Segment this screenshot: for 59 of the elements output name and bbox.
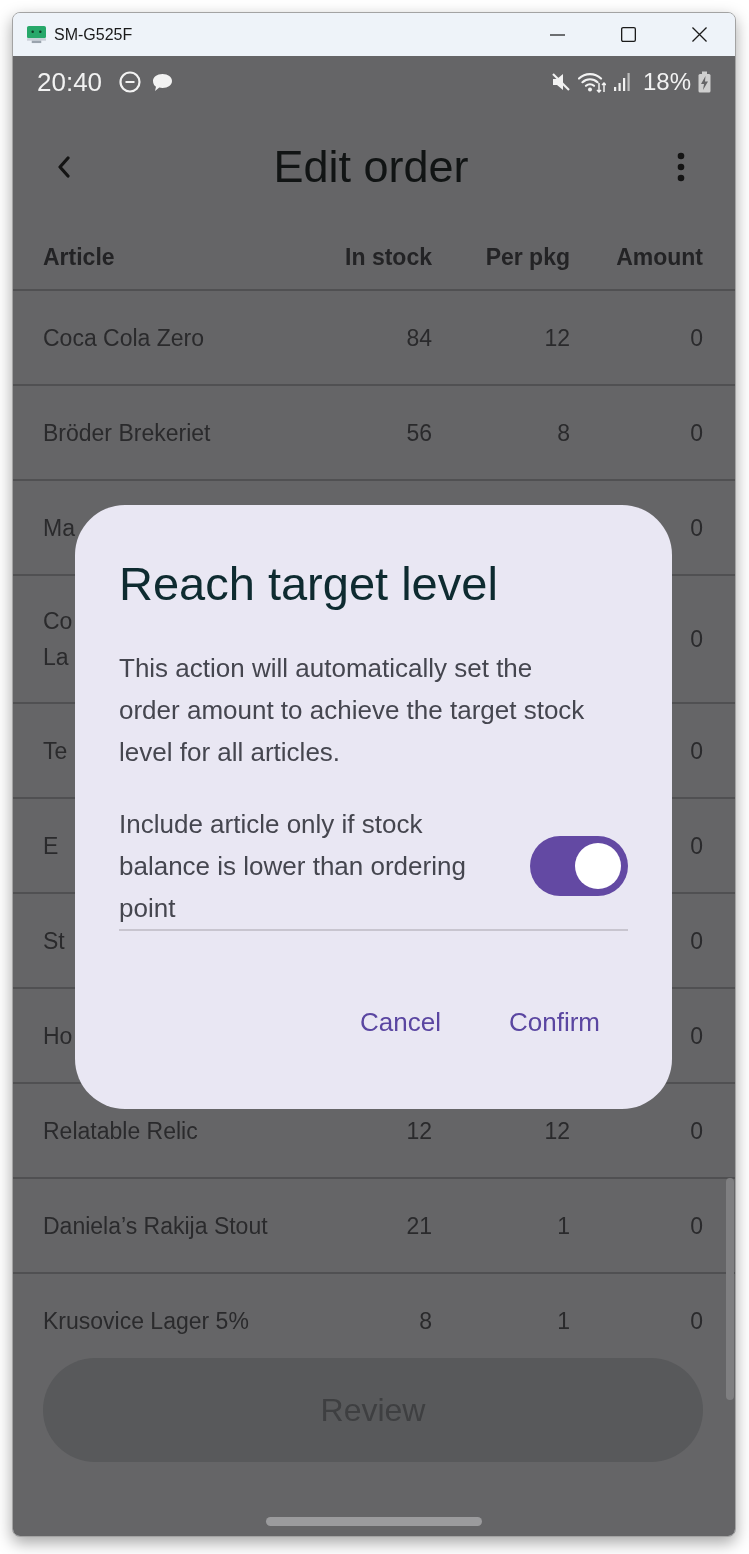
dialog-message: This action will automatically set the order amount to achieve the target stock level for all articles. — [119, 652, 586, 769]
muted-speaker-icon — [550, 72, 571, 92]
toggle-switch[interactable] — [530, 836, 628, 896]
cancel-button[interactable]: Cancel — [332, 994, 469, 1050]
order-amount: 0 — [690, 626, 703, 652]
stock-count: 84 — [406, 324, 432, 351]
stock-count: 21 — [406, 1212, 432, 1239]
column-header: Amount — [616, 243, 703, 270]
signal-icon — [612, 72, 631, 92]
page-title: Edit order — [273, 140, 469, 193]
dialog-title: Reach target level — [119, 557, 499, 611]
order-amount: 0 — [690, 419, 703, 446]
back-chevron-icon — [57, 155, 71, 178]
wifi-icon — [577, 71, 606, 93]
close-icon — [692, 27, 707, 42]
order-amount: 0 — [690, 1212, 703, 1239]
more-options-icon — [677, 151, 685, 182]
article-name: Bröder Brekeriet — [43, 419, 211, 446]
article-name: Co La — [43, 608, 73, 670]
article-name: E — [43, 832, 59, 859]
package-size: 1 — [557, 1212, 570, 1239]
column-header: Per pkg — [485, 243, 570, 270]
package-size: 12 — [544, 1117, 570, 1144]
column-header: In stock — [345, 243, 432, 270]
package-size: 12 — [544, 324, 570, 351]
column-header: Article — [43, 243, 115, 270]
article-name: St — [43, 927, 65, 954]
toggle-label: Include article only if stock balance is lower than ordering point — [119, 808, 467, 925]
maximize-icon — [621, 27, 636, 42]
order-amount: 0 — [690, 1022, 703, 1049]
article-name: Relatable Relic — [43, 1117, 198, 1144]
article-name: Te — [43, 737, 68, 764]
article-name: Krusovice Lager 5% — [43, 1307, 249, 1334]
stock-count: 56 — [406, 419, 432, 446]
scroll-bar[interactable] — [726, 1178, 734, 1400]
article-name: Daniela’s Rakija Stout — [43, 1212, 268, 1239]
order-amount: 0 — [690, 1307, 703, 1334]
article-name: Ma — [43, 514, 75, 541]
order-amount: 0 — [690, 324, 703, 351]
robot-monitor-icon — [26, 25, 47, 44]
stock-count: 12 — [406, 1117, 432, 1144]
battery-charging-icon — [698, 71, 711, 93]
order-amount: 0 — [690, 737, 703, 764]
article-name: Coca Cola Zero — [43, 324, 205, 351]
battery-percent: 18% — [642, 68, 691, 96]
confirm-button[interactable]: Confirm — [481, 994, 628, 1050]
status-time: 20:40 — [37, 66, 103, 98]
article-name: Ho — [43, 1022, 73, 1049]
package-size: 8 — [557, 419, 570, 446]
window-title: SM-G525F — [54, 25, 133, 44]
stock-count: 8 — [419, 1307, 432, 1334]
package-size: 1 — [557, 1307, 570, 1334]
minus-circle-icon — [119, 71, 142, 93]
order-amount: 0 — [690, 1117, 703, 1144]
chat-bubble-icon — [152, 72, 175, 92]
order-amount: 0 — [690, 514, 703, 541]
order-amount: 0 — [690, 927, 703, 954]
minimize-icon — [550, 33, 565, 36]
order-amount: 0 — [690, 832, 703, 859]
